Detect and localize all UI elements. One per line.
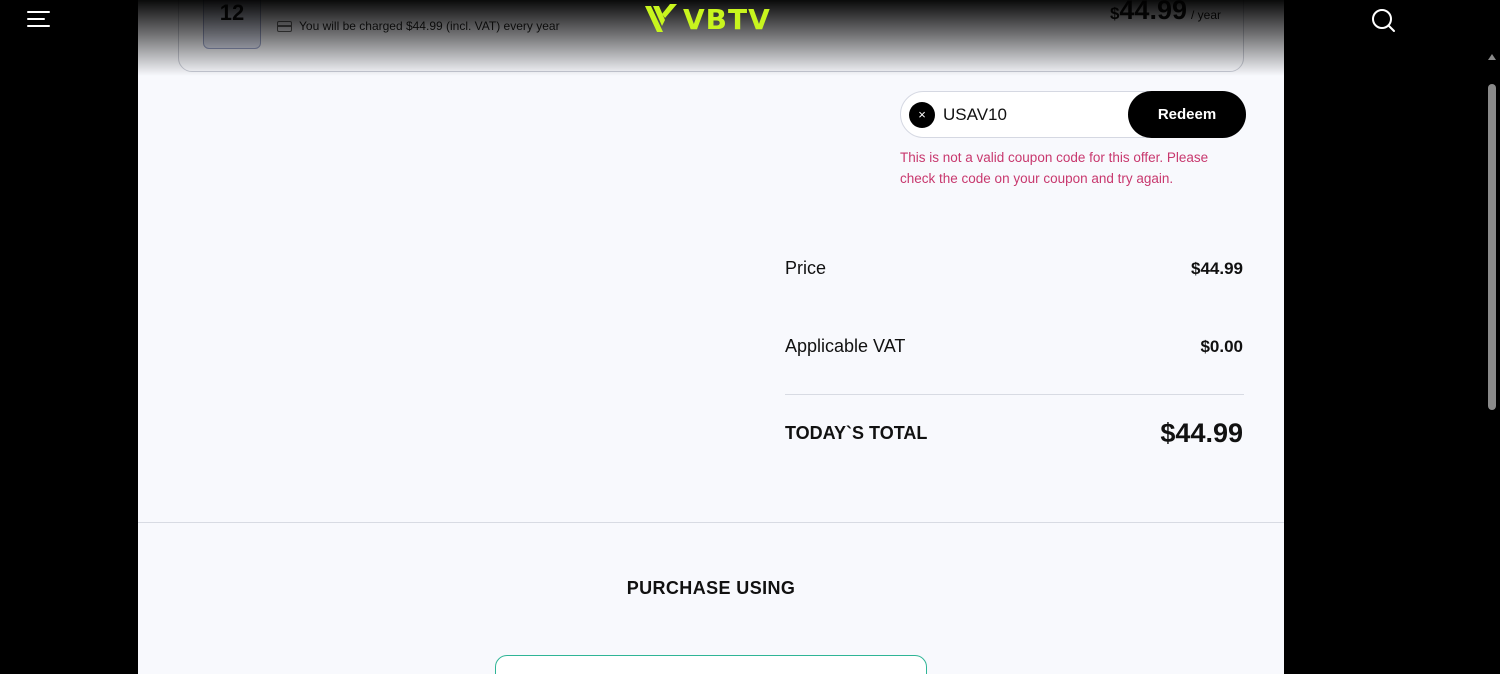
price-value: $44.99	[1191, 258, 1243, 278]
search-icon[interactable]	[1370, 7, 1396, 33]
purchase-using-heading: PURCHASE USING	[626, 578, 796, 598]
plan-charge-text: You will be charged $44.99 (incl. VAT) e…	[299, 19, 560, 33]
summary-total-row: TODAY`S TOTAL $44.99	[785, 418, 1243, 449]
coupon-error-message: This is not a valid coupon code for this…	[900, 150, 1209, 186]
total-value: $44.99	[1160, 418, 1243, 448]
checkout-content: 12 You will be charged $44.99 (incl. VAT…	[138, 0, 1284, 674]
close-icon[interactable]: ×	[909, 101, 935, 128]
plan-duration-badge: 12	[203, 0, 261, 49]
vat-value: $0.00	[1200, 336, 1243, 356]
page-scrollbar[interactable]	[1484, 0, 1500, 674]
summary-divider	[785, 394, 1244, 395]
plan-price: $44.99/ year	[1110, 0, 1221, 26]
vbtv-logo[interactable]: VBTV	[643, 2, 771, 36]
payment-method-option[interactable]	[495, 655, 927, 674]
section-divider	[138, 522, 1284, 523]
scroll-up-arrow-icon[interactable]	[1488, 54, 1496, 60]
coupon-input[interactable]	[943, 104, 1123, 125]
credit-card-icon	[277, 20, 292, 32]
summary-vat-row: Applicable VAT $0.00	[785, 336, 1243, 357]
redeem-button[interactable]: Redeem	[1128, 91, 1246, 138]
total-label: TODAY`S TOTAL	[785, 423, 928, 443]
summary-price-row: Price $44.99	[785, 258, 1243, 279]
logo-mark-icon	[645, 4, 677, 32]
plan-price-currency: $	[1109, 4, 1120, 23]
vat-label: Applicable VAT	[785, 336, 906, 356]
checkout-viewport: 12 You will be charged $44.99 (incl. VAT…	[0, 0, 1500, 674]
plan-price-period: / year	[1190, 8, 1221, 22]
logo-text: VBTV	[683, 2, 771, 36]
plan-price-amount: 44.99	[1119, 0, 1187, 25]
plan-charge-info: You will be charged $44.99 (incl. VAT) e…	[277, 19, 560, 33]
menu-icon[interactable]	[27, 11, 50, 27]
scrollbar-thumb[interactable]	[1488, 84, 1496, 410]
price-label: Price	[785, 258, 827, 278]
coupon-field: × Redeem	[900, 91, 1246, 138]
